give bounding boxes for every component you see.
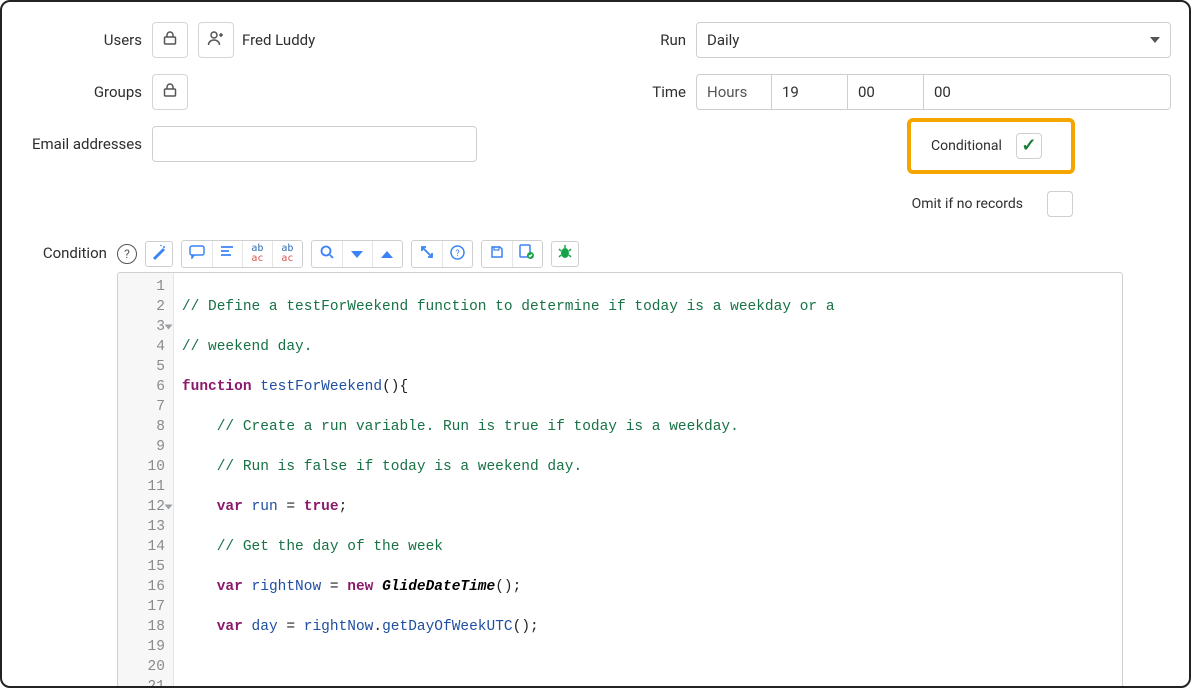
debug-button[interactable] <box>551 241 579 267</box>
replace-icon: abac <box>251 244 263 264</box>
chevron-down-icon <box>1150 37 1160 43</box>
comment-group: abac abac <box>181 240 303 268</box>
fold-icon[interactable] <box>164 505 172 510</box>
groups-row: Groups <box>14 70 624 114</box>
lock-icon <box>163 82 177 102</box>
conditional-highlight: Conditional ✓ <box>907 118 1075 174</box>
time-hours-field[interactable]: 19 <box>772 74 848 110</box>
omit-row: Omit if no records <box>644 182 1073 226</box>
save-icon <box>490 245 504 263</box>
replace-all-button[interactable]: abac <box>272 241 302 267</box>
add-user-icon-button[interactable] <box>198 22 234 58</box>
save-group <box>481 240 543 268</box>
help-button[interactable]: ? <box>442 241 472 267</box>
lock-icon <box>163 30 177 50</box>
bug-icon <box>557 244 573 264</box>
script-check-icon <box>519 244 535 264</box>
fullscreen-button[interactable] <box>412 241 442 267</box>
user-name-value: Fred Luddy <box>242 31 315 49</box>
search-icon <box>319 244 335 264</box>
chevron-up-icon <box>381 251 393 258</box>
time-seconds-field[interactable]: 00 <box>924 74 1171 110</box>
conditional-row: Conditional ✓ <box>644 120 1075 174</box>
help-group: ? <box>411 240 473 268</box>
fold-icon[interactable] <box>164 325 172 330</box>
comment-icon <box>189 245 205 263</box>
conditional-label: Conditional <box>931 138 1002 154</box>
omit-checkbox[interactable] <box>1047 191 1073 217</box>
condition-label: Condition <box>14 240 107 262</box>
line-gutter: 1 2 3 4 5 6 7 8 9 10 11 12 13 14 15 16 1 <box>118 273 174 688</box>
validate-button[interactable] <box>512 241 542 267</box>
conditional-checkbox[interactable]: ✓ <box>1016 133 1042 159</box>
lock-icon-button[interactable] <box>152 22 188 58</box>
question-circle-icon: ? <box>450 245 465 264</box>
wand-icon <box>151 244 167 264</box>
groups-lock-icon-button[interactable] <box>152 74 188 110</box>
time-minutes-field[interactable]: 00 <box>848 74 924 110</box>
email-addresses-field[interactable] <box>152 126 477 162</box>
emails-row: Email addresses <box>14 122 624 166</box>
emails-label: Email addresses <box>14 135 142 153</box>
expand-icon <box>420 245 434 263</box>
add-user-icon <box>207 30 225 50</box>
align-button[interactable] <box>212 241 242 267</box>
replace-button[interactable]: abac <box>242 241 272 267</box>
search-nav-group <box>311 240 403 268</box>
left-column: Users Fred Luddy Groups <box>14 18 624 234</box>
run-select[interactable]: Daily <box>696 22 1171 58</box>
toggle-comment-button[interactable] <box>182 241 212 267</box>
run-select-value: Daily <box>707 31 739 49</box>
chevron-down-icon <box>351 251 363 258</box>
replace-all-icon: abac <box>281 244 293 264</box>
run-label: Run <box>644 31 686 49</box>
time-hours-label: Hours <box>696 74 772 110</box>
save-button[interactable] <box>482 241 512 267</box>
time-input-group: Hours 19 00 00 <box>696 74 1171 110</box>
next-button[interactable] <box>342 241 372 267</box>
users-label: Users <box>14 31 142 49</box>
code-editor[interactable]: 1 2 3 4 5 6 7 8 9 10 11 12 13 14 15 16 1 <box>117 272 1123 688</box>
groups-label: Groups <box>14 83 142 101</box>
time-label: Time <box>644 83 686 101</box>
svg-text:?: ? <box>455 249 459 259</box>
run-row: Run Daily <box>644 18 1171 62</box>
condition-row: Condition ? abac abac <box>14 240 1171 688</box>
align-icon <box>219 245 235 263</box>
format-button[interactable] <box>145 241 173 267</box>
omit-label: Omit if no records <box>912 196 1023 212</box>
time-row: Time Hours 19 00 00 <box>644 70 1171 114</box>
right-column: Run Daily Time Hours 19 00 00 Conditiona… <box>644 18 1171 234</box>
code-area[interactable]: // Define a testForWeekend function to d… <box>174 273 1122 688</box>
editor-toolbar: ? abac abac <box>117 240 1171 268</box>
check-icon: ✓ <box>1021 137 1036 155</box>
users-row: Users Fred Luddy <box>14 18 624 62</box>
form-frame: Users Fred Luddy Groups <box>0 0 1191 688</box>
prev-button[interactable] <box>372 241 402 267</box>
help-icon[interactable]: ? <box>117 244 137 264</box>
search-button[interactable] <box>312 241 342 267</box>
